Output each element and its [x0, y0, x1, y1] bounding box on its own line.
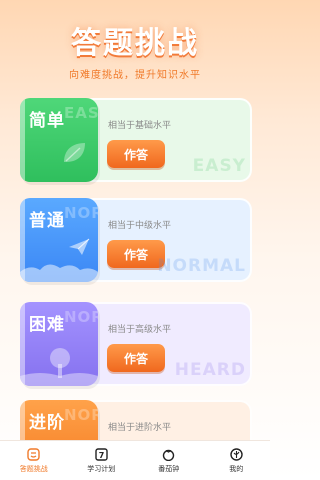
level-card-easy[interactable]: 简单 EASY 相当于基础水平 作答 EASY: [20, 98, 252, 182]
tab-label: 学习计划: [87, 464, 116, 473]
level-watermark: NORMAL: [157, 256, 246, 276]
level-description: 相当于高级水平: [108, 325, 172, 335]
book-cover-normal: 普通 NORM: [20, 198, 98, 282]
tab-quiz-challenge[interactable]: 答题挑战: [0, 441, 68, 480]
paper-plane-icon: [69, 238, 90, 255]
level-label: 简单: [29, 111, 65, 131]
level-card-normal[interactable]: 普通 NORM 相当于中级水平 作答 NORMAL: [20, 198, 252, 282]
answer-button-normal[interactable]: 作答: [107, 240, 165, 268]
level-label: 困难: [29, 315, 65, 335]
level-label: 进阶: [29, 413, 65, 433]
tab-label: 番茄钟: [158, 464, 180, 473]
tree-icon: [20, 348, 98, 386]
level-description: 相当于中级水平: [108, 221, 172, 231]
tomato-icon: [162, 448, 176, 462]
answer-button-hard[interactable]: 作答: [107, 344, 165, 372]
tab-study-plan[interactable]: 7 学习计划: [68, 441, 136, 480]
level-description: 相当于进阶水平: [108, 423, 172, 433]
page-subtitle: 向难度挑战，提升知识水平: [69, 70, 201, 81]
level-ghost-text: NORM: [64, 308, 98, 326]
level-watermark: HEARD: [174, 360, 246, 380]
level-ghost-text: NORM: [64, 406, 98, 424]
level-card-hard[interactable]: 困难 NORM 相当于高级水平 作答 HEARD: [20, 302, 252, 386]
level-watermark: EASY: [192, 156, 246, 176]
profile-icon: [229, 448, 243, 462]
level-description: 相当于基础水平: [108, 121, 172, 131]
answer-button-easy[interactable]: 作答: [107, 140, 165, 168]
page-title: 答题挑战: [71, 26, 199, 61]
svg-text:7: 7: [98, 451, 104, 460]
tab-pomodoro[interactable]: 番茄钟: [135, 441, 203, 480]
level-ghost-text: NORM: [64, 204, 98, 222]
level-ghost-text: EASY: [64, 104, 98, 122]
cloud-icon: [20, 264, 98, 282]
book-cover-easy: 简单 EASY: [20, 98, 98, 182]
bottom-tab-bar: 答题挑战 7 学习计划 番茄钟 我的: [0, 440, 270, 480]
tab-label: 我的: [229, 464, 244, 473]
page-header: 答题挑战 向难度挑战，提升知识水平: [0, 0, 270, 92]
tab-label: 答题挑战: [19, 464, 48, 473]
tab-profile[interactable]: 我的: [203, 441, 271, 480]
book-cover-hard: 困难 NORM: [20, 302, 98, 386]
level-label: 普通: [29, 211, 65, 231]
leaf-icon: [64, 143, 85, 162]
quiz-icon: [27, 448, 41, 462]
calendar-icon: 7: [94, 448, 108, 462]
